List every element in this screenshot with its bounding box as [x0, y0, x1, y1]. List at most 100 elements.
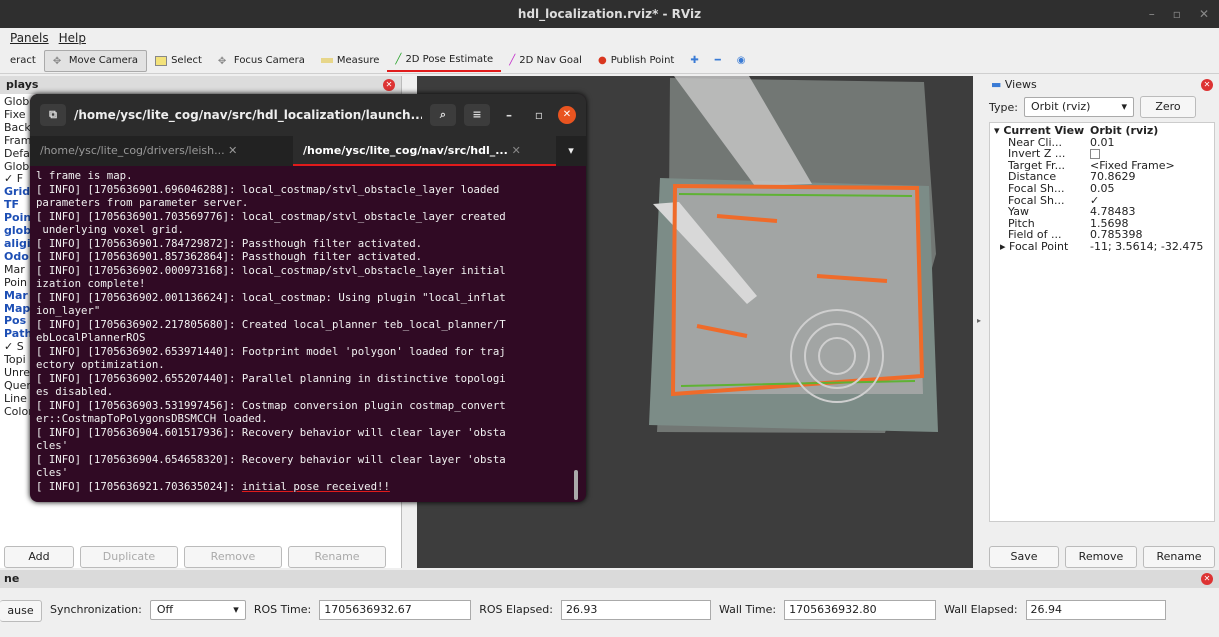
nav-goal-tool[interactable]: ╱ 2D Nav Goal: [501, 50, 590, 72]
toolbar: eract ✥ Move Camera Select ✥ Focus Camera …: [0, 48, 1219, 74]
rename-view-button[interactable]: Rename: [1143, 546, 1215, 568]
tree-row[interactable]: Pitch 1.5698: [990, 218, 1214, 230]
focus-camera-icon: ✥: [217, 55, 227, 67]
terminal-window[interactable]: ⧉ /home/ysc/lite_cog/nav/src/hdl_localiz…: [30, 94, 586, 502]
focus-camera-tool[interactable]: ✥ Focus Camera: [210, 50, 313, 72]
remove-button[interactable]: Remove: [184, 546, 282, 568]
add-button[interactable]: Add: [4, 546, 74, 568]
time-panel-header: ne ✕: [0, 570, 1219, 588]
terminal-line: l frame is map.: [36, 169, 133, 182]
tree-row[interactable]: Yaw 4.78483: [990, 206, 1214, 218]
scan-area: [671, 184, 923, 394]
ruler-icon: [320, 58, 333, 63]
close-icon[interactable]: ✕: [512, 144, 521, 157]
tree-row[interactable]: Distance 70.8629: [990, 171, 1214, 183]
ros-time-field: 1705636932.67: [319, 600, 472, 620]
terminal-line: [ INFO] [1705636902.655207440]: Parallel…: [36, 371, 506, 385]
terminal-line: [ INFO] [1705636901.784729872]: Passthou…: [36, 236, 423, 250]
tree-row-current-view[interactable]: ▾ Current View Orbit (rviz): [990, 125, 1214, 137]
property-value: -11; 3.5614; -32.475: [1090, 240, 1204, 253]
tree-row[interactable]: Target Fr... <Fixed Frame>: [990, 160, 1214, 172]
terminal-output: l frame is map.[ INFO] [1705636901.69604…: [30, 166, 586, 496]
search-icon[interactable]: ⌕: [430, 104, 456, 126]
tree-row[interactable]: ▸ Focal Point -11; 3.5614; -32.475: [990, 241, 1214, 253]
move-camera-tool[interactable]: ✥ Move Camera: [43, 49, 148, 72]
move-camera-label: Move Camera: [68, 55, 139, 66]
tree-row[interactable]: Focal Sh... ✓: [990, 195, 1214, 207]
property-name: ▸ Focal Point: [1000, 240, 1069, 253]
wall-elapsed-label: Wall Elapsed:: [944, 603, 1018, 616]
property-value: 1.5698: [1090, 217, 1129, 230]
interact-tool[interactable]: eract: [2, 50, 44, 72]
sync-select[interactable]: Off ▾: [149, 600, 246, 620]
terminal-title: /home/ysc/lite_cog/nav/src/hdl_localizat…: [74, 108, 422, 122]
view-type-label: Type:: [989, 100, 1018, 114]
minimize-icon[interactable]: –: [498, 108, 520, 122]
focal-shape-checkbox[interactable]: ✓: [1090, 195, 1099, 207]
select-tool[interactable]: Select: [147, 50, 210, 72]
time-panel-title: ne: [4, 572, 20, 585]
zero-button[interactable]: Zero: [1139, 96, 1196, 118]
terminal-line: parameters from parameter server.: [36, 196, 249, 209]
pause-button[interactable]: ause: [0, 600, 42, 622]
rename-button[interactable]: Rename: [288, 546, 386, 568]
property-name: Yaw: [1008, 206, 1029, 218]
remove-tool-button[interactable]: ━: [707, 50, 729, 72]
initial-pose-message: initial pose received!!: [241, 479, 390, 493]
terminal-tab-active[interactable]: /home/ysc/lite_cog/nav/src/hdl_... ✕: [293, 136, 556, 166]
minimize-icon[interactable]: –: [1149, 0, 1155, 28]
views-title: Views: [1004, 78, 1037, 91]
tree-row[interactable]: Field of ... 0.785398: [990, 229, 1214, 241]
invert-z-checkbox[interactable]: [1090, 149, 1100, 160]
menu-icon[interactable]: ≡: [464, 104, 490, 126]
property-value: 70.8629: [1090, 171, 1136, 183]
panel-splitter[interactable]: ▸: [973, 76, 985, 568]
eye-icon: ◉: [736, 55, 746, 66]
tree-row[interactable]: Focal Sh... 0.05: [990, 183, 1214, 195]
close-icon[interactable]: ✕: [383, 79, 395, 91]
tabs-dropdown-icon[interactable]: ▾: [556, 136, 586, 166]
terminal-line: [ INFO] [1705636903.531997456]: Costmap …: [36, 398, 506, 412]
select-label: Select: [171, 55, 202, 66]
nav-goal-label: 2D Nav Goal: [519, 55, 582, 66]
maximize-icon[interactable]: ▫: [1173, 0, 1181, 28]
views-panel: ▬ Views ✕ Type: Orbit (rviz) ▾ Zero ▾ Cur…: [985, 76, 1219, 568]
publish-point-tool[interactable]: ● Publish Point: [590, 50, 682, 72]
terminal-line: [ INFO] [1705636904.601517936]: Recovery…: [36, 425, 506, 439]
wall-time-field: 1705636932.80: [784, 600, 937, 620]
window-title: hdl_localization.rviz* - RViz: [517, 7, 702, 21]
property-name: Focal Sh...: [1008, 194, 1065, 207]
save-button[interactable]: Save: [989, 546, 1059, 568]
tree-row[interactable]: Near Cli... 0.01: [990, 137, 1214, 149]
views-icon: ▬: [991, 78, 1005, 91]
terminal-header: ⧉ /home/ysc/lite_cog/nav/src/hdl_localiz…: [30, 94, 586, 136]
close-icon[interactable]: ✕: [1201, 573, 1213, 585]
close-icon[interactable]: ✕: [228, 144, 237, 157]
close-icon[interactable]: ✕: [558, 106, 576, 124]
new-tab-icon[interactable]: ⧉: [40, 104, 66, 126]
add-tool-button[interactable]: ✚: [682, 50, 706, 72]
focus-camera-label: Focus Camera: [233, 55, 305, 66]
log-prefix: [ INFO] [1705636921.703635024]:: [36, 479, 242, 493]
publish-point-label: Publish Point: [610, 55, 675, 66]
terminal-line: [ INFO] [1705636904.654658320]: Recovery…: [36, 452, 506, 466]
terminal-scrollbar[interactable]: [574, 470, 578, 500]
view-type-select[interactable]: Orbit (rviz) ▾: [1023, 97, 1134, 117]
tool-properties-button[interactable]: ◉: [729, 50, 754, 72]
tree-row[interactable]: Invert Z ...: [990, 148, 1214, 160]
menu-help[interactable]: Help: [59, 28, 86, 48]
pose-estimate-label: 2D Pose Estimate: [405, 54, 494, 65]
view-type-row: Type: Orbit (rviz) ▾ Zero: [989, 96, 1196, 118]
close-icon[interactable]: ✕: [1199, 0, 1209, 28]
map-pin-icon: ●: [597, 55, 607, 66]
remove-view-button[interactable]: Remove: [1065, 546, 1137, 568]
close-icon[interactable]: ✕: [1201, 79, 1213, 91]
pose-estimate-tool[interactable]: ╱ 2D Pose Estimate: [387, 50, 502, 72]
measure-tool[interactable]: Measure: [313, 50, 388, 72]
chevron-down-icon: ▾: [1121, 100, 1127, 113]
terminal-tab[interactable]: /home/ysc/lite_cog/drivers/leish... ✕: [30, 136, 293, 166]
maximize-icon[interactable]: ▫: [528, 108, 550, 122]
duplicate-button[interactable]: Duplicate: [80, 546, 178, 568]
terminal-line: [ INFO] [1705636902.000973168]: local_co…: [36, 263, 506, 277]
menu-panels[interactable]: Panels: [10, 28, 49, 48]
